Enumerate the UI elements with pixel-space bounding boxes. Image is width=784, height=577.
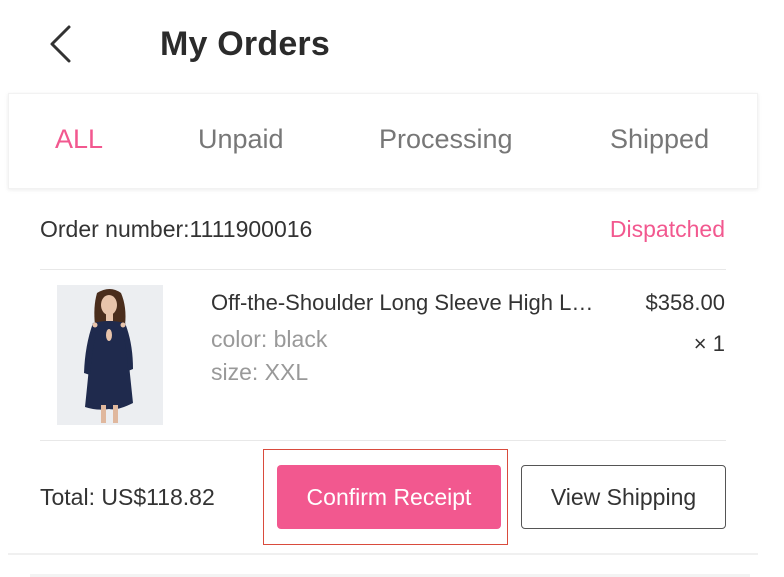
- order-status: Dispatched: [609, 216, 725, 242]
- back-button[interactable]: [40, 22, 80, 66]
- tab-processing[interactable]: Processing: [379, 124, 513, 155]
- product-size: size: XXL: [211, 359, 309, 385]
- view-shipping-button[interactable]: View Shipping: [521, 465, 726, 529]
- product-image[interactable]: [57, 285, 163, 425]
- tab-all[interactable]: ALL: [55, 124, 103, 155]
- divider: [40, 440, 726, 441]
- tab-unpaid[interactable]: Unpaid: [198, 124, 284, 155]
- dress-photo: [57, 285, 163, 425]
- order-tabs: ALL Unpaid Processing Shipped: [8, 93, 758, 189]
- header: My Orders: [0, 0, 784, 92]
- product-name[interactable]: Off-the-Shoulder Long Sleeve High Low Dr…: [211, 290, 599, 316]
- page-title: My Orders: [160, 25, 330, 63]
- order-card: Order number:1111900016 Dispatched Off-t…: [0, 190, 784, 554]
- chevron-left-icon: [50, 25, 71, 63]
- orders-page: My Orders ALL Unpaid Processing Shipped …: [0, 0, 784, 577]
- product-color: color: black: [211, 326, 328, 352]
- order-number: Order number:1111900016: [40, 216, 313, 242]
- divider: [40, 269, 726, 270]
- order-total: Total: US$118.82: [40, 484, 215, 510]
- product-quantity: × 1: [693, 331, 725, 356]
- tab-shipped[interactable]: Shipped: [610, 124, 709, 155]
- card-separator: [8, 553, 758, 555]
- product-price: $358.00: [645, 290, 725, 315]
- confirm-receipt-button[interactable]: Confirm Receipt: [277, 465, 501, 529]
